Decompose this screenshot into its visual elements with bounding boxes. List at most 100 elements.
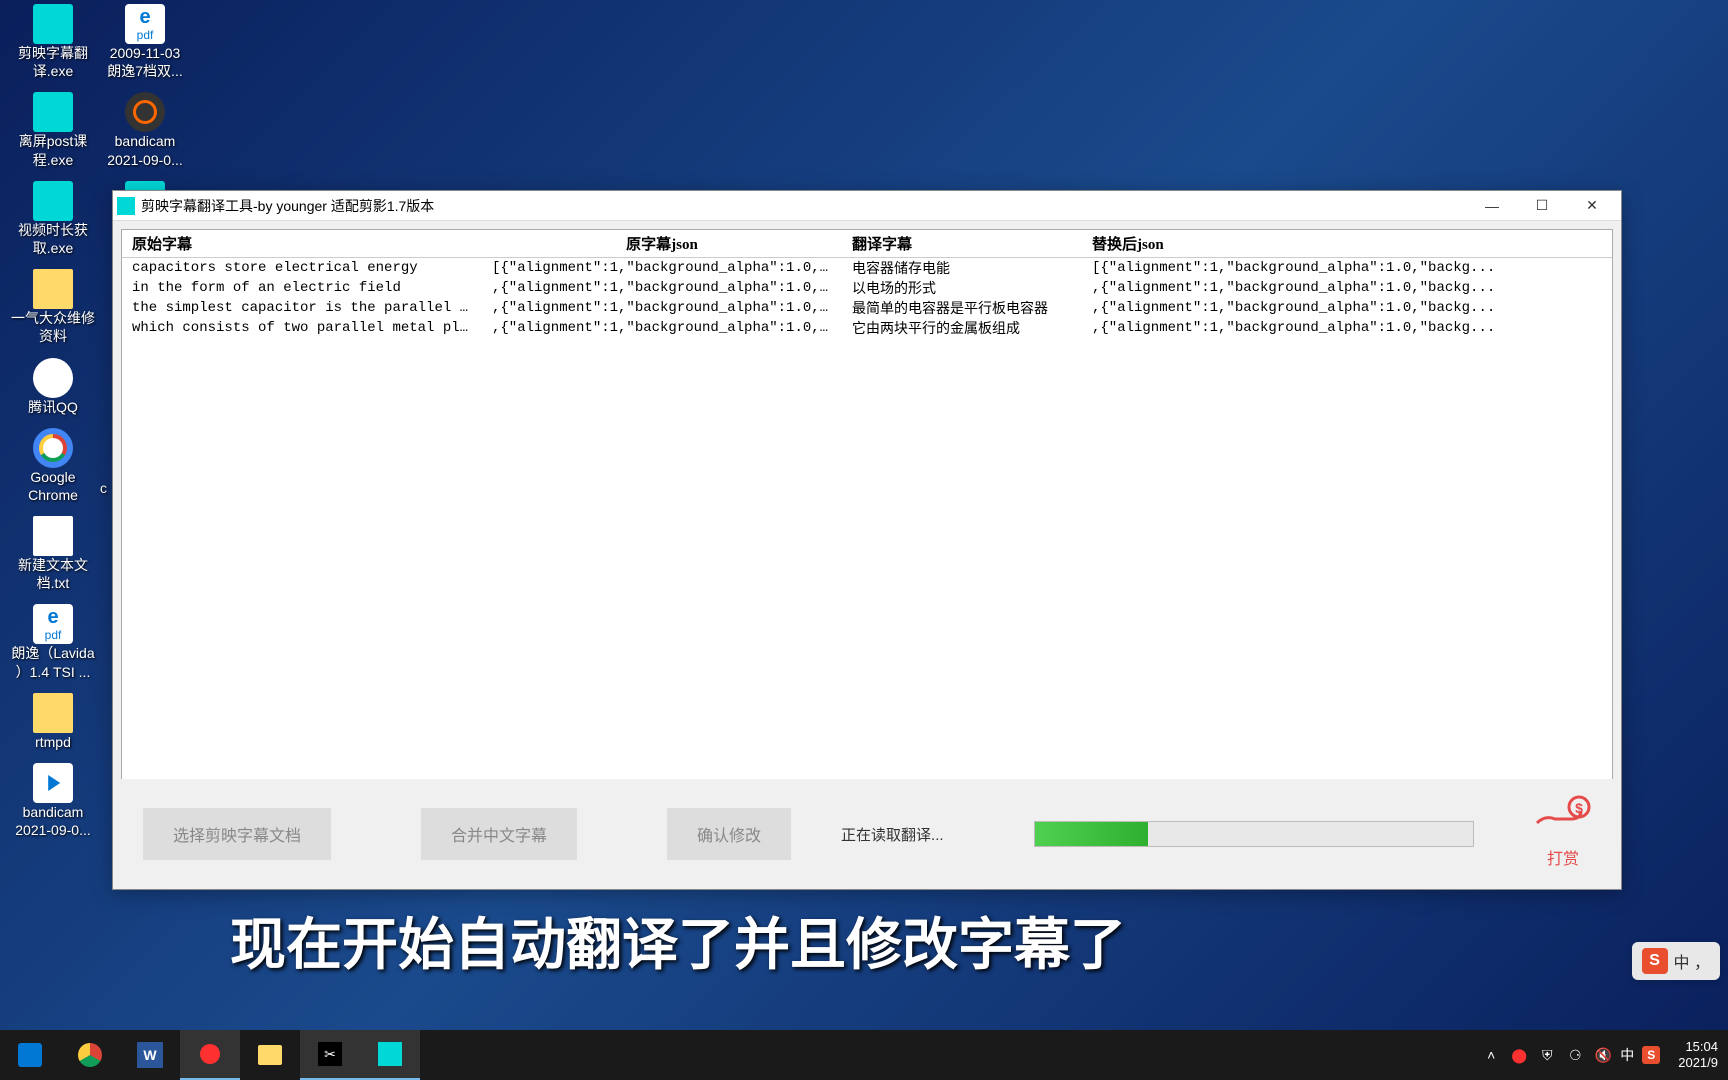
table-row[interactable]: the simplest capacitor is the parallel p… xyxy=(122,298,1612,318)
tray-sogou-icon[interactable]: S xyxy=(1640,1044,1662,1066)
taskbar-word[interactable]: W xyxy=(120,1030,180,1080)
pdf-icon xyxy=(125,4,165,44)
video-icon xyxy=(33,763,73,803)
table-cell: [{"alignment":1,"background_alpha":1.0,"… xyxy=(1082,260,1612,276)
cyan-icon xyxy=(33,181,73,221)
donate-icon: $ xyxy=(1535,793,1591,843)
table-cell: 它由两块平行的金属板组成 xyxy=(842,318,1082,338)
tray-up-icon[interactable]: ˄ xyxy=(1480,1044,1502,1066)
table-header: 原始字幕 原字幕json 翻译字幕 替换后json xyxy=(122,230,1612,258)
tray-lang[interactable]: 中 xyxy=(1620,1045,1634,1065)
window-title: 剪映字幕翻译工具-by younger 适配剪影1.7版本 xyxy=(141,196,1467,216)
desktop-icon-label: 离屏post课 程.exe xyxy=(19,132,87,168)
table-row[interactable]: in the form of an electric field,{"align… xyxy=(122,278,1612,298)
taskbar-chrome[interactable] xyxy=(60,1030,120,1080)
pdf-icon xyxy=(33,604,73,644)
desktop-icon[interactable]: bandicam 2021-09-0... xyxy=(100,92,190,168)
desktop-icon-label: 一气大众维修 资料 xyxy=(11,309,95,345)
desktop-icon-label: 2009-11-03 朗逸7档双... xyxy=(107,44,182,80)
tray-wifi-icon[interactable]: ⚆ xyxy=(1564,1044,1586,1066)
desktop-icon[interactable]: rtmpd xyxy=(8,693,98,751)
table-cell: which consists of two parallel metal pla… xyxy=(122,320,482,336)
tray-record-icon[interactable]: ⬤ xyxy=(1508,1044,1530,1066)
table-cell: ,{"alignment":1,"background_alpha":1.0,"… xyxy=(482,300,842,316)
progress-fill xyxy=(1035,822,1149,846)
taskbar-app[interactable] xyxy=(360,1030,420,1080)
taskbar-clock[interactable]: 15:04 2021/9 xyxy=(1678,1039,1718,1070)
col-replaced-json: 替换后json xyxy=(1082,229,1612,258)
minimize-button[interactable]: — xyxy=(1467,192,1517,220)
donate-button[interactable]: $ 打赏 xyxy=(1535,793,1591,869)
table-row[interactable]: which consists of two parallel metal pla… xyxy=(122,318,1612,338)
desktop-icon-label: 腾讯QQ xyxy=(28,398,78,416)
system-tray: ˄ ⬤ ⛨ ⚆ 🔇 中 S 15:04 2021/9 xyxy=(1480,1039,1728,1070)
confirm-modify-button[interactable]: 确认修改 xyxy=(667,808,791,860)
taskbar-edge[interactable] xyxy=(0,1030,60,1080)
stray-text: c xyxy=(100,480,107,496)
table-cell: 最简单的电容器是平行板电容器 xyxy=(842,298,1082,318)
taskbar-recorder[interactable] xyxy=(180,1030,240,1080)
folder-icon xyxy=(33,269,73,309)
app-window: 剪映字幕翻译工具-by younger 适配剪影1.7版本 — ☐ ✕ 原始字幕… xyxy=(112,190,1622,890)
taskbar: W ✂ ˄ ⬤ ⛨ ⚆ 🔇 中 S 15:04 2021/9 xyxy=(0,1030,1728,1080)
cyan-icon xyxy=(33,92,73,132)
desktop-icon[interactable]: Google Chrome xyxy=(8,428,98,504)
desktop-icon-label: Google Chrome xyxy=(28,468,78,504)
desktop-icon[interactable]: 新建文本文 档.txt xyxy=(8,516,98,592)
desktop-icon[interactable]: 视频时长获 取.exe xyxy=(8,181,98,257)
title-bar[interactable]: 剪映字幕翻译工具-by younger 适配剪影1.7版本 — ☐ ✕ xyxy=(113,191,1621,221)
tray-shield-icon[interactable]: ⛨ xyxy=(1536,1044,1558,1066)
merge-chinese-button[interactable]: 合并中文字幕 xyxy=(421,808,577,860)
txt-icon xyxy=(33,516,73,556)
cyan-icon xyxy=(33,4,73,44)
col-original-subtitle: 原始字幕 xyxy=(122,229,482,258)
desktop-icon-label: rtmpd xyxy=(35,733,71,751)
donate-label: 打赏 xyxy=(1547,845,1579,869)
table-cell: [{"alignment":1,"background_alpha":1.0,"… xyxy=(482,260,842,276)
folder-icon xyxy=(33,693,73,733)
desktop-icon[interactable]: 一气大众维修 资料 xyxy=(8,269,98,345)
app-icon xyxy=(117,197,135,215)
taskbar-explorer[interactable] xyxy=(240,1030,300,1080)
desktop-icon-label: bandicam 2021-09-0... xyxy=(15,803,91,839)
desktop-icon[interactable]: 腾讯QQ xyxy=(8,358,98,416)
chrome-icon xyxy=(33,428,73,468)
desktop-icon[interactable]: 离屏post课 程.exe xyxy=(8,92,98,168)
video-caption: 现在开始自动翻译了并且修改字幕了 xyxy=(230,900,1126,981)
desktop-icon-label: 剪映字幕翻 译.exe xyxy=(18,44,88,80)
desktop-icon-label: 视频时长获 取.exe xyxy=(18,221,88,257)
table-cell: ,{"alignment":1,"background_alpha":1.0,"… xyxy=(482,280,842,296)
table-cell: 电容器储存电能 xyxy=(842,258,1082,278)
col-original-json: 原字幕json xyxy=(482,229,842,258)
bottom-toolbar: 选择剪映字幕文档 合并中文字幕 确认修改 正在读取翻译... $ 打赏 xyxy=(113,779,1621,889)
status-text: 正在读取翻译... xyxy=(841,824,944,845)
tray-volume-icon[interactable]: 🔇 xyxy=(1592,1044,1614,1066)
table-cell: the simplest capacitor is the parallel p… xyxy=(122,300,482,316)
taskbar-jianying[interactable]: ✂ xyxy=(300,1030,360,1080)
table-cell: ,{"alignment":1,"background_alpha":1.0,"… xyxy=(1082,300,1612,316)
table-cell: 以电场的形式 xyxy=(842,278,1082,298)
table-cell: in the form of an electric field xyxy=(122,280,482,296)
qq-icon xyxy=(33,358,73,398)
subtitle-table: 原始字幕 原字幕json 翻译字幕 替换后json capacitors sto… xyxy=(121,229,1613,789)
desktop-icon[interactable]: bandicam 2021-09-0... xyxy=(8,763,98,839)
desktop-icon[interactable]: 剪映字幕翻 译.exe xyxy=(8,4,98,80)
svg-text:$: $ xyxy=(1575,800,1583,816)
sogou-icon: S xyxy=(1642,948,1668,974)
ime-lang: 中 ， xyxy=(1674,949,1710,973)
desktop-icon[interactable]: 2009-11-03 朗逸7档双... xyxy=(100,4,190,80)
select-subtitle-button[interactable]: 选择剪映字幕文档 xyxy=(143,808,331,860)
desktop-icon-label: 新建文本文 档.txt xyxy=(18,556,88,592)
maximize-button[interactable]: ☐ xyxy=(1517,192,1567,220)
col-translated-subtitle: 翻译字幕 xyxy=(842,229,1082,258)
bandicam-icon xyxy=(125,92,165,132)
table-cell: ,{"alignment":1,"background_alpha":1.0,"… xyxy=(1082,280,1612,296)
close-button[interactable]: ✕ xyxy=(1567,192,1617,220)
table-row[interactable]: capacitors store electrical energy[{"ali… xyxy=(122,258,1612,278)
desktop-icon-label: 朗逸（Lavida ）1.4 TSI ... xyxy=(11,644,94,680)
desktop-icon[interactable]: 朗逸（Lavida ）1.4 TSI ... xyxy=(8,604,98,680)
table-cell: ,{"alignment":1,"background_alpha":1.0,"… xyxy=(482,320,842,336)
progress-bar xyxy=(1034,821,1474,847)
ime-badge[interactable]: S 中 ， xyxy=(1632,942,1720,980)
table-cell: ,{"alignment":1,"background_alpha":1.0,"… xyxy=(1082,320,1612,336)
